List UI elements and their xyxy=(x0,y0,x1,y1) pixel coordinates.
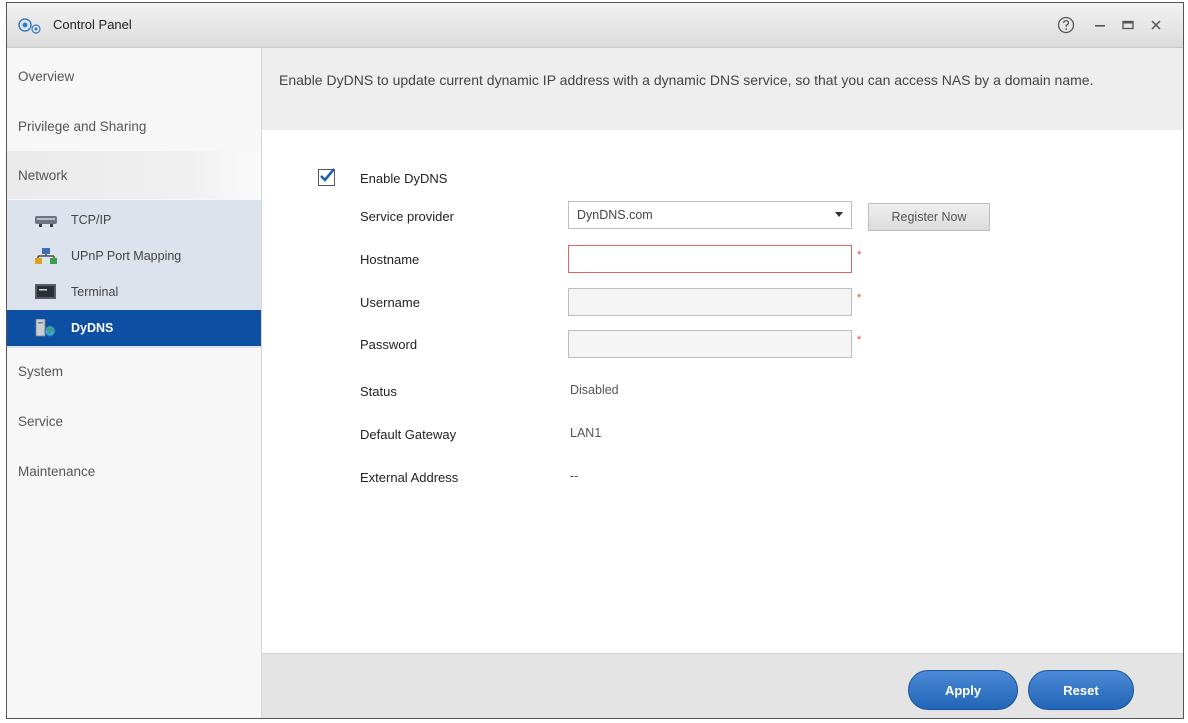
required-marker: * xyxy=(857,249,862,261)
checkmark-icon xyxy=(320,168,335,182)
register-now-button[interactable]: Register Now xyxy=(868,203,990,231)
default-gateway-value: LAN1 xyxy=(570,426,602,440)
sidebar-subitem-label: Terminal xyxy=(71,285,119,299)
network-card-icon xyxy=(35,216,57,227)
service-provider-select[interactable]: DynDNS.com xyxy=(568,201,852,229)
sidebar-item-label: System xyxy=(18,363,64,379)
required-marker: * xyxy=(857,334,862,346)
default-gateway-label: Default Gateway xyxy=(360,427,457,442)
sidebar-subitem-label: TCP/IP xyxy=(71,213,112,227)
terminal-icon xyxy=(35,284,56,299)
sidebar-item-label: Service xyxy=(18,413,64,429)
sidebar-subitem-tcpip[interactable]: TCP/IP xyxy=(7,202,261,238)
sidebar-item-system[interactable]: System xyxy=(7,347,261,395)
dydns-globe-icon xyxy=(35,319,56,337)
username-field[interactable] xyxy=(568,288,852,316)
title-bar: Control Panel xyxy=(7,3,1183,48)
sidebar-subitem-label: UPnP Port Mapping xyxy=(71,249,182,263)
external-address-label: External Address xyxy=(360,470,459,485)
minimize-icon[interactable] xyxy=(1089,14,1111,36)
help-icon[interactable] xyxy=(1055,14,1077,36)
sidebar: Overview Privilege and Sharing Network T… xyxy=(7,48,262,718)
sidebar-item-label: Network xyxy=(18,167,68,183)
control-panel-window: Control Panel Overview Privilege and Sha… xyxy=(6,2,1184,719)
reset-button[interactable]: Reset xyxy=(1028,670,1134,710)
username-label: Username xyxy=(360,295,420,310)
window-title: Control Panel xyxy=(53,17,132,32)
sidebar-item-label: Maintenance xyxy=(18,463,96,479)
footer-bar: Apply Reset xyxy=(262,653,1183,718)
sidebar-item-overview[interactable]: Overview xyxy=(7,52,261,100)
sidebar-subitem-dydns[interactable]: DyDNS xyxy=(7,310,261,346)
external-address-value: -- xyxy=(570,469,579,483)
sidebar-item-service[interactable]: Service xyxy=(7,397,261,445)
status-label: Status xyxy=(360,384,397,399)
service-provider-label: Service provider xyxy=(360,209,454,224)
status-value: Disabled xyxy=(570,383,619,397)
description-text: Enable DyDNS to update current dynamic I… xyxy=(262,48,1183,130)
main-panel: Enable DyDNS to update current dynamic I… xyxy=(262,48,1183,718)
sidebar-item-label: Overview xyxy=(18,68,75,84)
sidebar-item-network[interactable]: Network xyxy=(7,151,261,199)
sidebar-subitem-label: DyDNS xyxy=(71,321,114,335)
apply-button[interactable]: Apply xyxy=(908,670,1018,710)
enable-dydns-label: Enable DyDNS xyxy=(360,171,448,186)
maximize-icon[interactable] xyxy=(1117,14,1139,36)
sidebar-item-label: Privilege and Sharing xyxy=(18,118,147,134)
sidebar-subitem-upnp-port-mapping[interactable]: UPnP Port Mapping xyxy=(7,238,261,274)
sidebar-item-maintenance[interactable]: Maintenance xyxy=(7,447,261,495)
sidebar-item-privilege-and-sharing[interactable]: Privilege and Sharing xyxy=(7,102,261,150)
enable-dydns-checkbox[interactable] xyxy=(318,168,335,186)
network-submenu: TCP/IP UPnP Port Mapping Terminal DyDNS xyxy=(7,200,261,348)
service-provider-value: DynDNS.com xyxy=(577,208,653,222)
sidebar-subitem-terminal[interactable]: Terminal xyxy=(7,274,261,310)
control-panel-icon xyxy=(18,18,41,34)
password-field[interactable] xyxy=(568,330,852,358)
close-icon[interactable] xyxy=(1145,14,1167,36)
chevron-down-icon xyxy=(835,212,843,217)
upnp-network-icon xyxy=(35,248,57,264)
hostname-field[interactable] xyxy=(568,245,852,273)
hostname-label: Hostname xyxy=(360,252,420,267)
required-marker: * xyxy=(857,292,862,304)
password-label: Password xyxy=(360,337,418,352)
